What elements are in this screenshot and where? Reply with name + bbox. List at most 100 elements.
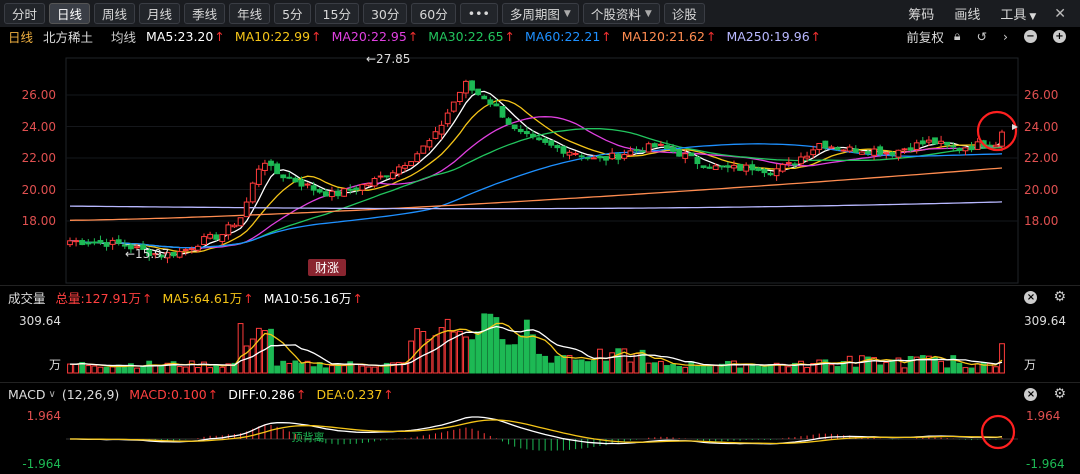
candle-body bbox=[670, 146, 676, 152]
volume-bar bbox=[523, 319, 530, 374]
volume-ma5-text: MA5:64.61万 bbox=[162, 290, 243, 306]
forward-icon[interactable]: › bbox=[1003, 29, 1008, 44]
candle-body bbox=[731, 164, 737, 169]
candle-body bbox=[993, 144, 999, 148]
volume-bar bbox=[456, 330, 463, 374]
candle-body bbox=[511, 124, 518, 130]
volume-bar bbox=[426, 338, 433, 374]
draw-line-button[interactable]: 画线 bbox=[954, 4, 980, 23]
chevron-down-icon[interactable]: ∨ bbox=[48, 389, 55, 400]
volume-bar bbox=[834, 366, 841, 374]
period-weekly-button[interactable]: 周线 bbox=[94, 3, 136, 24]
gear-icon[interactable]: ⚙ bbox=[1053, 289, 1066, 305]
candle-body bbox=[950, 145, 957, 148]
volume-bar bbox=[310, 366, 317, 374]
ma250-value: MA250:19.96↑ bbox=[726, 29, 821, 44]
volume-bar bbox=[542, 355, 549, 374]
ma10-text: MA10:22.99 bbox=[234, 28, 311, 44]
price-axis-right: 26.00 24.00 22.00 20.00 18.00 bbox=[1024, 88, 1058, 228]
candle-body bbox=[499, 106, 506, 118]
period-60min-button[interactable]: 60分 bbox=[411, 3, 456, 24]
candle-body bbox=[341, 188, 348, 197]
candle-body bbox=[603, 156, 609, 161]
volume-bar bbox=[511, 344, 518, 374]
period-yearly-button[interactable]: 年线 bbox=[229, 3, 271, 24]
period-monthly-button[interactable]: 月线 bbox=[139, 3, 181, 24]
ma120-value: MA120:21.62↑ bbox=[622, 29, 717, 44]
ma60-value: MA60:22.21↑ bbox=[525, 29, 612, 44]
volume-bar bbox=[164, 362, 171, 374]
period-5min-button[interactable]: 5分 bbox=[274, 3, 311, 24]
close-panel-icon[interactable]: × bbox=[1024, 290, 1038, 304]
close-panel-icon[interactable]: × bbox=[1024, 387, 1038, 401]
period-30min-button[interactable]: 30分 bbox=[362, 3, 408, 24]
chips-button[interactable]: 筹码 bbox=[908, 4, 934, 23]
volume-bar bbox=[225, 363, 232, 374]
volume-bar bbox=[919, 355, 926, 374]
multi-period-dropdown[interactable]: 多周期图 ▼ bbox=[501, 3, 579, 24]
dea-value-text: DEA:0.237 bbox=[316, 386, 383, 402]
volume-bar bbox=[128, 363, 134, 374]
undo-icon[interactable]: ↺ bbox=[977, 29, 987, 44]
volume-bar bbox=[219, 366, 226, 374]
candle-body bbox=[420, 145, 427, 154]
volume-bar bbox=[627, 361, 634, 374]
candle-body bbox=[97, 240, 104, 244]
period-quarterly-button[interactable]: 季线 bbox=[184, 3, 226, 24]
macd-title[interactable]: MACD bbox=[8, 387, 45, 402]
ma-label: 均线 bbox=[111, 29, 137, 45]
candle-body bbox=[347, 188, 354, 191]
volume-bar bbox=[773, 362, 780, 374]
macd-axis-bottom-right: -1.964 bbox=[1026, 457, 1065, 471]
period-daily-button[interactable]: 日线 bbox=[49, 3, 91, 24]
event-tag[interactable]: 财涨 bbox=[315, 260, 339, 275]
volume-bar bbox=[700, 365, 707, 374]
tools-dropdown[interactable]: 工具 ▼ bbox=[1000, 4, 1036, 23]
ma120-line bbox=[69, 167, 1003, 221]
volume-bar bbox=[737, 367, 743, 374]
volume-bar bbox=[396, 361, 402, 374]
candle-body bbox=[657, 143, 664, 146]
candle-body bbox=[158, 254, 165, 258]
ma30-value: MA30:22.65↑ bbox=[428, 29, 515, 44]
candle-body bbox=[182, 249, 189, 252]
candle-body bbox=[432, 131, 439, 139]
period-intraday-button[interactable]: 分时 bbox=[4, 3, 46, 24]
candle-body bbox=[377, 175, 384, 178]
arrow-up-icon: ↑ bbox=[214, 28, 225, 44]
volume-bar bbox=[207, 367, 214, 374]
price-grid bbox=[66, 94, 1018, 222]
gear-icon[interactable]: ⚙ bbox=[1053, 386, 1066, 402]
volume-bar bbox=[779, 363, 786, 374]
candle-body bbox=[402, 165, 408, 169]
volume-bar bbox=[420, 331, 427, 374]
event-tag-bg bbox=[308, 259, 346, 276]
macd-axis-top-right: 1.964 bbox=[1026, 409, 1060, 423]
candle-body bbox=[523, 131, 530, 135]
price-tick-22-left: 22.00 bbox=[22, 151, 56, 165]
volume-bar bbox=[980, 361, 987, 374]
volume-bar bbox=[639, 349, 646, 374]
candle-body bbox=[676, 149, 683, 157]
candle-body bbox=[974, 141, 981, 150]
candle-body bbox=[907, 147, 914, 151]
diagnose-button[interactable]: 诊股 bbox=[663, 3, 705, 24]
candle-body bbox=[286, 176, 293, 179]
volume-total: 总量:127.91万↑ bbox=[56, 288, 153, 307]
zoom-in-icon[interactable]: + bbox=[1053, 29, 1066, 43]
volume-bar bbox=[450, 331, 457, 374]
lock-icon[interactable]: 🔒︎ bbox=[954, 28, 961, 44]
multi-period-label: 多周期图 bbox=[509, 7, 560, 22]
stock-info-label: 个股资料 bbox=[590, 7, 641, 22]
ma5-line bbox=[69, 90, 1003, 256]
adjust-mode[interactable]: 前复权 bbox=[906, 27, 944, 46]
more-periods-button[interactable]: ••• bbox=[459, 3, 498, 24]
candle-body bbox=[852, 148, 859, 153]
zoom-out-icon[interactable]: − bbox=[1024, 29, 1037, 43]
close-icon[interactable]: ✕ bbox=[1054, 6, 1066, 22]
candle-body bbox=[578, 155, 585, 158]
stock-info-dropdown[interactable]: 个股资料 ▼ bbox=[582, 3, 660, 24]
period-15min-button[interactable]: 15分 bbox=[314, 3, 359, 24]
volume-bar bbox=[950, 355, 957, 374]
price-tick-26-right: 26.00 bbox=[1024, 88, 1058, 102]
